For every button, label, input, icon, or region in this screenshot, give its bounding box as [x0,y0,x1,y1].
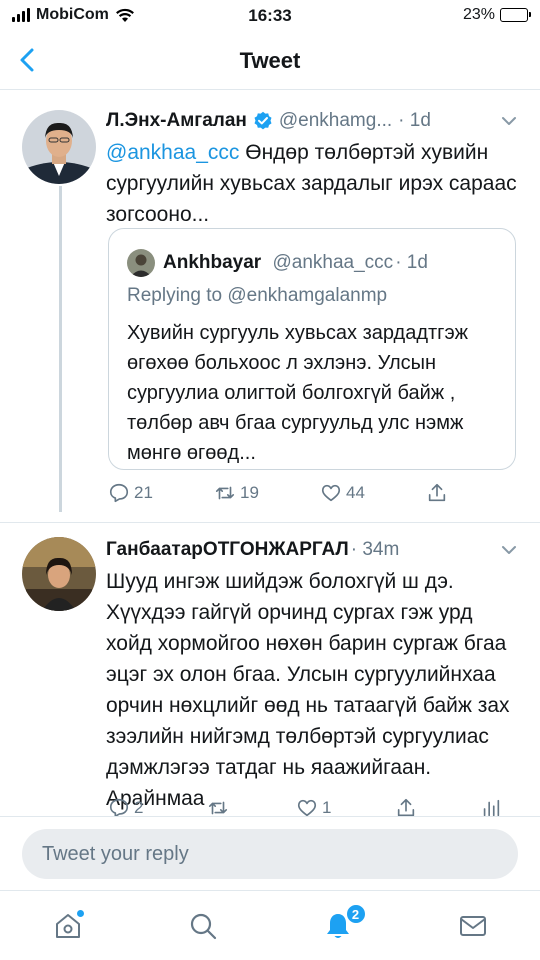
quoted-author-name: Ankhbayar [163,252,262,273]
battery-icon [500,8,531,22]
tweet-body: ГанбаатарОТГОНЖАРГАЛ · 34m Шууд ингэж ши… [106,537,518,814]
share-button[interactable] [426,482,448,504]
thread-line [59,186,62,512]
reply-button[interactable]: 21 [108,482,153,504]
tab-notifications[interactable]: 2 [318,903,366,946]
battery-percent: 23% [462,6,495,23]
quoted-author-handle: @ankhaa_ccc [272,252,394,273]
author-handle: @enkhamg... [278,110,393,131]
author-name[interactable]: ГанбаатарОТГОНЖАРГАЛ [106,537,349,563]
reply-count: 2 [134,798,144,817]
avatar[interactable] [22,110,96,184]
tab-messages[interactable] [453,906,493,946]
mention-link[interactable]: @ankhaa_ccc [106,141,239,164]
retweet-count: 19 [240,483,259,502]
battery-info: 23% [462,6,531,24]
tweet-header: Л.Энх-Амгалан @enkhamg... · 1d [106,108,518,134]
search-icon [190,913,216,939]
chevron-down-icon[interactable] [500,112,518,130]
status-bar: MobiCom 16:33 23% [0,0,540,32]
reply-input[interactable] [22,829,518,879]
tweet-text: @ankhaa_ccc Өндөр төлбөртэй хувийн сургу… [106,137,518,230]
tweet-time: · 34m [350,539,400,560]
verified-icon [254,111,272,130]
like-button[interactable]: 44 [320,482,365,504]
tweet-reply[interactable]: ГанбаатарОТГОНЖАРГАЛ · 34m Шууд ингэж ши… [0,523,540,818]
tab-search[interactable] [183,906,223,946]
tweet-actions: 21 19 44 [108,482,448,504]
tweet-header: ГанбаатарОТГОНЖАРГАЛ · 34m [106,537,518,563]
replying-to: Replying to @enkhamgalanmp [127,285,388,306]
tab-home[interactable] [48,906,88,946]
quoted-tweet[interactable]: Ankhbayar @ankhaa_ccc · 1d Replying to @e… [108,228,516,470]
home-unread-dot [76,909,84,917]
avatar[interactable] [22,537,96,611]
tweet-body: Л.Энх-Амгалан @enkhamg... · 1d @ankhaa_c… [106,108,518,230]
share-icon [428,483,446,502]
tab-bar: 2 [0,890,540,960]
nav-bar: Tweet [0,32,540,90]
reply-icon [109,483,129,503]
quoted-avatar [127,249,155,277]
tweet-time: · 1d [398,110,431,131]
chevron-down-icon[interactable] [500,541,518,559]
tweet-main[interactable]: Л.Энх-Амгалан @enkhamg... · 1d @ankhaa_c… [0,96,540,520]
retweet-button[interactable]: 19 [214,482,259,504]
clock: 16:33 [248,6,292,25]
reply-composer [0,816,540,890]
quoted-time: · 1d [395,252,428,273]
quoted-header: Ankhbayar @ankhaa_ccc · 1d [163,250,428,276]
author-name[interactable]: Л.Энх-Амгалан [106,108,247,134]
tweet-text: Шууд ингэж шийдэж болохгүй ш дэ. Хүүхдээ… [106,570,510,810]
like-count: 44 [346,483,365,502]
reply-count: 21 [134,483,153,502]
messages-icon [459,915,486,936]
like-icon [321,484,341,502]
retweet-icon [215,486,235,500]
notifications-badge: 2 [345,903,366,924]
like-count: 1 [322,798,332,817]
quoted-text: Хувийн сургууль хувьсах зардадтгэж өгөхө… [127,322,469,464]
page-title: Tweet [239,48,301,73]
